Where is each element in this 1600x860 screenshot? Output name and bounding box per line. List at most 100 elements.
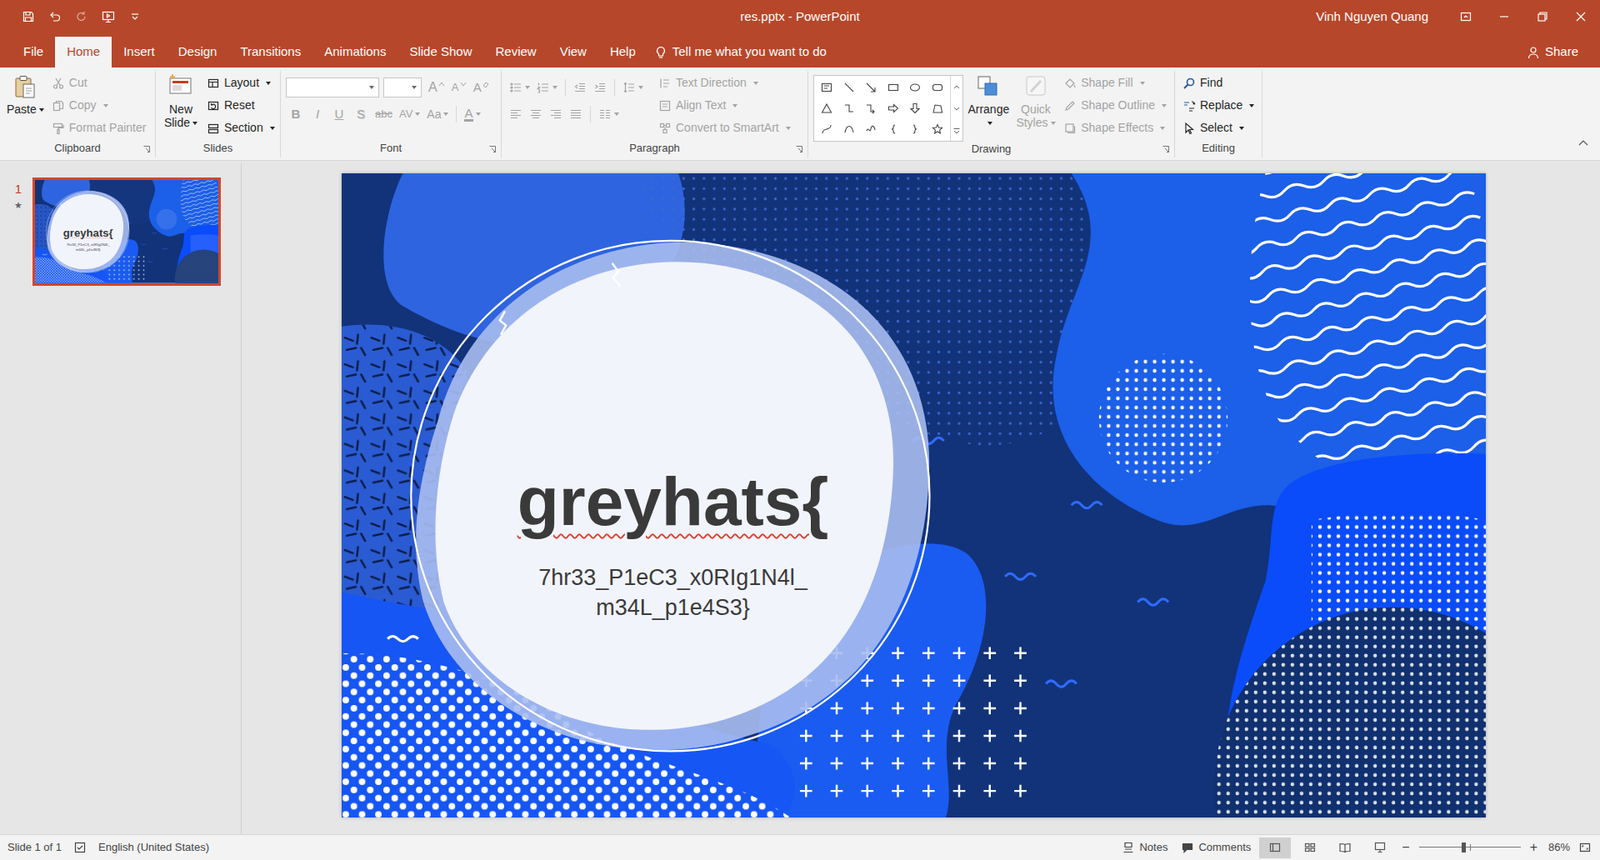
underline-button[interactable]: U — [329, 103, 350, 125]
shape-item-icon[interactable] — [843, 102, 855, 115]
clear-font-button[interactable]: A — [470, 76, 492, 99]
ribbon-tab[interactable]: Insert — [111, 36, 167, 68]
spell-check-icon[interactable] — [73, 840, 87, 855]
shape-item-icon[interactable] — [865, 81, 877, 94]
align-text-button[interactable]: Align Text — [655, 94, 794, 117]
format-painter-button[interactable]: Format Painter — [49, 116, 150, 140]
close-button[interactable] — [1561, 0, 1600, 34]
columns-button[interactable] — [595, 103, 622, 125]
shape-item-icon[interactable] — [887, 123, 900, 135]
convert-to-smartart-button[interactable]: Convert to SmartArt — [655, 116, 794, 140]
line-spacing-button[interactable] — [620, 76, 646, 99]
shape-item-icon[interactable] — [820, 123, 833, 135]
reading-view-button[interactable] — [1329, 837, 1361, 859]
shape-fill-button[interactable]: Shape Fill — [1060, 71, 1170, 95]
copy-button[interactable]: Copy — [49, 94, 150, 117]
dialog-launcher-icon[interactable] — [795, 145, 804, 154]
ribbon-tab[interactable]: Help — [598, 36, 648, 68]
undo-icon[interactable] — [48, 10, 62, 24]
shadow-button[interactable]: S — [350, 103, 371, 125]
comments-button[interactable]: Comments — [1175, 836, 1256, 859]
shape-effects-button[interactable]: Shape Effects — [1060, 116, 1170, 140]
present-from-start-icon[interactable] — [101, 10, 115, 24]
zoom-slider-thumb[interactable] — [1461, 842, 1466, 853]
fit-to-window-icon[interactable] — [1578, 840, 1592, 855]
spacing-button[interactable]: AV — [396, 103, 423, 125]
font-size-field[interactable] — [383, 77, 422, 98]
ribbon-tab[interactable]: Transitions — [228, 36, 313, 68]
ribbon-display-options[interactable] — [1446, 0, 1485, 34]
shapes-gallery[interactable] — [813, 75, 964, 142]
find-button[interactable]: Find — [1180, 71, 1257, 95]
slide-canvas[interactable]: greyhats{ 7hr33_P1eC3_x0RIg1N4l_m34L_p1e4… — [35, 180, 219, 284]
scroll-down-icon[interactable] — [952, 105, 961, 113]
shape-item-icon[interactable] — [887, 102, 900, 115]
bullets-button[interactable] — [506, 76, 533, 99]
ribbon-tab[interactable]: Review — [483, 36, 548, 68]
notes-button[interactable]: Notes — [1116, 836, 1173, 859]
shape-item-icon[interactable] — [931, 81, 944, 94]
replace-button[interactable]: Replace — [1180, 94, 1257, 117]
slide-thumbnail[interactable]: greyhats{ 7hr33_P1eC3_x0RIg1N4l_m34L_p1e4… — [32, 177, 221, 286]
show-view-button[interactable] — [1364, 837, 1396, 859]
slide-canvas[interactable]: greyhats{ 7hr33_P1eC3_x0RIg1N4l_m34L_p1e4… — [341, 173, 1486, 818]
align-right-button[interactable] — [546, 103, 565, 125]
zoom-out-button[interactable]: − — [1399, 840, 1412, 855]
shape-outline-button[interactable]: Shape Outline — [1060, 94, 1170, 117]
ribbon-tab[interactable]: File — [11, 36, 55, 68]
shrink-font-button[interactable]: A — [449, 76, 470, 99]
text-direction-button[interactable]: Text Direction — [655, 71, 794, 95]
italic-button[interactable]: I — [307, 103, 328, 125]
redo-icon[interactable] — [75, 10, 89, 24]
zoom-level[interactable]: 86% — [1543, 839, 1575, 856]
grow-font-button[interactable]: A — [425, 76, 448, 99]
language-button[interactable]: English (United States) — [98, 839, 210, 856]
shape-item-icon[interactable] — [865, 102, 877, 115]
minimize-button[interactable] — [1485, 0, 1524, 34]
shape-item-icon[interactable] — [865, 123, 877, 135]
shape-item-icon[interactable] — [820, 102, 833, 115]
align-left-button[interactable] — [506, 103, 525, 125]
ribbon-tab[interactable]: View — [548, 36, 599, 68]
select-button[interactable]: Select — [1180, 116, 1257, 140]
justify-button[interactable] — [566, 103, 585, 125]
bold-button[interactable]: B — [285, 103, 306, 125]
dialog-launcher-icon[interactable] — [488, 145, 497, 154]
numbering-button[interactable] — [534, 76, 560, 99]
slide-title[interactable]: greyhats{ — [35, 226, 142, 239]
paste-button[interactable]: Paste — [5, 70, 46, 140]
shape-item-icon[interactable] — [843, 123, 855, 135]
shape-item-icon[interactable] — [931, 102, 944, 115]
ribbon-tab[interactable]: Slide Show — [397, 36, 484, 68]
ribbon-tab[interactable]: Design — [166, 36, 230, 68]
restore-button[interactable] — [1523, 0, 1562, 34]
dialog-launcher-icon[interactable] — [1161, 145, 1170, 154]
dialog-launcher-icon[interactable] — [142, 145, 151, 154]
zoom-slider[interactable] — [1419, 841, 1521, 854]
case-button[interactable]: Aa — [424, 103, 451, 125]
scroll-up-icon[interactable] — [952, 83, 961, 91]
collapse-ribbon-icon[interactable] — [1576, 136, 1590, 150]
more-shapes-icon[interactable] — [952, 126, 961, 135]
zoom-in-button[interactable]: + — [1527, 840, 1540, 855]
quick-styles-button[interactable]: Quick Styles — [1014, 70, 1059, 140]
normal-view-button[interactable] — [1259, 837, 1291, 859]
slide-subtitle[interactable]: 7hr33_P1eC3_x0RIg1N4l_m34L_p1e4S3} — [341, 562, 1005, 623]
tell-me-search[interactable]: Tell me what you want to do — [654, 36, 827, 68]
sorter-view-button[interactable] — [1294, 837, 1326, 859]
cut-button[interactable]: Cut — [49, 71, 150, 95]
shape-item-icon[interactable] — [820, 81, 833, 94]
shape-item-icon[interactable] — [909, 81, 921, 94]
reset-button[interactable]: Reset — [204, 94, 278, 117]
slide-subtitle[interactable]: 7hr33_P1eC3_x0RIg1N4l_m34L_p1e4S3} — [35, 242, 142, 253]
shape-item-icon[interactable] — [909, 102, 921, 115]
shape-item-icon[interactable] — [931, 123, 944, 135]
indent-decrease-button[interactable] — [570, 76, 590, 99]
arrange-button[interactable]: Arrange — [966, 70, 1011, 140]
indent-increase-button[interactable] — [590, 76, 610, 99]
section-button[interactable]: Section — [204, 116, 278, 140]
slide-title[interactable]: greyhats{ — [341, 464, 1005, 540]
shape-item-icon[interactable] — [887, 81, 900, 94]
ribbon-tab[interactable]: Home — [55, 36, 112, 68]
user-name[interactable]: Vinh Nguyen Quang — [1315, 7, 1429, 27]
